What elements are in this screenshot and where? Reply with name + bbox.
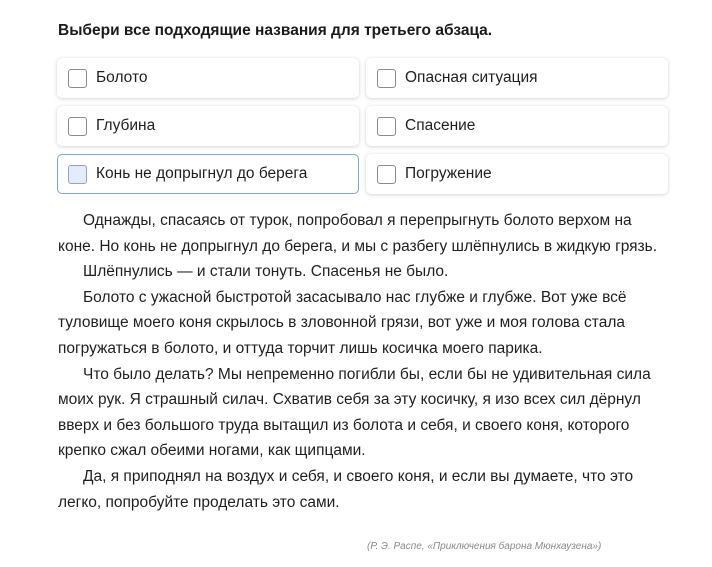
paragraph-1: Однажды, спасаясь от турок, попробовал я… <box>58 212 658 255</box>
paragraph-4: Что было делать? Мы непременно погибли б… <box>58 365 651 460</box>
option-checkbox[interactable] <box>377 116 396 136</box>
option-label: Опасная ситуация <box>405 69 538 86</box>
option-label: Глубина <box>96 117 156 134</box>
option-label: Погружение <box>405 165 492 182</box>
answer-options: Болото Опасная ситуация Глубина Спасение… <box>57 58 668 194</box>
option-glubina[interactable]: Глубина <box>57 106 359 146</box>
option-checkbox[interactable] <box>68 164 87 184</box>
option-checkbox[interactable] <box>377 164 396 184</box>
paragraph-2: Шлёпнулись — и стали тонуть. Спасенья не… <box>83 263 449 281</box>
source-citation: (Р. Э. Распе, «Приключения барона Мюнхау… <box>367 541 602 552</box>
option-opasnaya-situatsiya[interactable]: Опасная ситуация <box>366 58 668 98</box>
option-checkbox[interactable] <box>68 116 87 136</box>
option-label: Спасение <box>405 117 476 134</box>
story-text: Однажды, спасаясь от турок, попробовал я… <box>58 208 658 515</box>
option-spasenie[interactable]: Спасение <box>366 106 668 146</box>
paragraph-3: Болото с ужасной быстротой засасывало на… <box>58 288 627 357</box>
option-checkbox[interactable] <box>377 68 396 88</box>
option-boloto[interactable]: Болото <box>57 58 359 98</box>
option-label: Болото <box>96 69 148 86</box>
option-pogruzhenie[interactable]: Погружение <box>366 154 668 194</box>
option-checkbox[interactable] <box>68 68 87 88</box>
option-label: Конь не допрыгнул до берега <box>96 165 308 182</box>
option-kon-ne-doprygnul[interactable]: Конь не допрыгнул до берега <box>57 154 359 194</box>
question-title: Выбери все подходящие названия для треть… <box>58 22 493 39</box>
paragraph-5: Да, я приподнял на воздух и себя, и свое… <box>58 467 634 511</box>
